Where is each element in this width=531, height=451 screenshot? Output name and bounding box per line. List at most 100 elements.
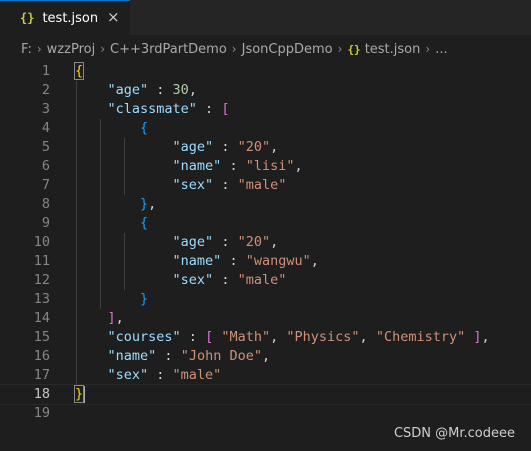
breadcrumb-item-more[interactable]: ... xyxy=(435,42,447,57)
code-token: , xyxy=(261,348,271,364)
code-line[interactable]: 4 { xyxy=(0,119,531,138)
line-number: 17 xyxy=(33,367,50,383)
code-token: "Physics" xyxy=(286,329,360,345)
code-line[interactable]: 7 "sex" : "male" xyxy=(0,176,531,195)
code-token: "wangwu" xyxy=(245,253,311,269)
line-code: }, xyxy=(75,195,156,214)
line-code: "name" : "lisi", xyxy=(75,157,303,176)
code-line[interactable]: 10 "age" : "20", xyxy=(0,233,531,252)
line-number: 13 xyxy=(33,291,50,307)
tab-bar: {} test.json × xyxy=(0,0,531,35)
line-number: 9 xyxy=(41,215,50,231)
code-token: : xyxy=(180,329,206,345)
code-token: , xyxy=(115,310,124,326)
breadcrumb-item-file[interactable]: test.json xyxy=(365,42,421,57)
line-number: 1 xyxy=(41,63,50,79)
code-token: [ xyxy=(205,329,214,345)
line-code: "sex" : "male" xyxy=(75,176,287,195)
code-line[interactable]: 1{ xyxy=(0,62,531,81)
chevron-right-icon: › xyxy=(36,42,42,56)
line-number: 16 xyxy=(33,348,50,364)
code-token: { xyxy=(73,62,85,80)
code-token: : xyxy=(196,101,222,117)
breadcrumb-item-drive[interactable]: F: xyxy=(21,42,32,57)
code-token: { xyxy=(140,215,149,231)
code-token: : xyxy=(221,253,246,269)
code-token: , xyxy=(270,329,287,345)
code-token: "Chemistry" xyxy=(375,329,466,345)
line-number: 3 xyxy=(41,101,50,117)
line-number: 6 xyxy=(41,158,50,174)
code-token: : xyxy=(213,234,238,250)
code-token: : xyxy=(148,82,173,98)
line-number: 4 xyxy=(41,120,50,136)
line-code: "courses" : [ "Math", "Physics", "Chemis… xyxy=(75,328,490,347)
line-code: } xyxy=(73,385,86,404)
code-token: , xyxy=(310,253,319,269)
code-token: [ xyxy=(221,101,230,117)
code-token: "John Doe" xyxy=(180,348,262,364)
code-line[interactable]: 11 "name" : "wangwu", xyxy=(0,252,531,271)
code-token: "courses" xyxy=(107,329,181,345)
code-line[interactable]: 12 "sex" : "male" xyxy=(0,271,531,290)
text-cursor xyxy=(83,385,86,403)
code-line[interactable]: 6 "name" : "lisi", xyxy=(0,157,531,176)
close-icon[interactable]: × xyxy=(107,9,120,25)
line-code: "age" : "20", xyxy=(75,233,279,252)
code-line[interactable]: 3 "classmate" : [ xyxy=(0,100,531,119)
code-token: "classmate" xyxy=(107,101,197,117)
code-editor[interactable]: 1{2 "age" : 30, 3 "classmate" : [4 {5 "ag… xyxy=(0,62,531,451)
line-code: { xyxy=(75,119,148,138)
code-token: "name" xyxy=(172,253,222,269)
breadcrumb-item-jsoncppdemo[interactable]: JsonCppDemo xyxy=(242,42,333,57)
code-line[interactable]: 17 "sex" : "male" xyxy=(0,366,531,385)
breadcrumb-item-wzzproj[interactable]: wzzProj xyxy=(47,42,96,57)
code-token: ] xyxy=(473,329,482,345)
line-number: 10 xyxy=(33,234,50,250)
line-number: 14 xyxy=(33,310,50,326)
line-number: 5 xyxy=(41,139,50,155)
code-line[interactable]: 18} xyxy=(0,384,531,405)
code-token: { xyxy=(140,120,149,136)
line-code: } xyxy=(75,290,148,309)
code-token: } xyxy=(140,196,149,212)
code-line[interactable]: 16 "name" : "John Doe", xyxy=(0,347,531,366)
code-line[interactable]: 14 ], xyxy=(0,309,531,328)
code-token: "age" xyxy=(107,82,149,98)
code-token: "20" xyxy=(237,139,271,155)
line-code: { xyxy=(73,62,85,81)
line-code: "sex" : "male" xyxy=(75,271,287,290)
code-token: "sex" xyxy=(172,272,214,288)
code-line[interactable]: 8 }, xyxy=(0,195,531,214)
code-token: ] xyxy=(107,310,116,326)
code-token: , xyxy=(294,158,303,174)
code-token: : xyxy=(148,367,173,383)
code-token: "age" xyxy=(172,234,214,250)
chevron-right-icon: › xyxy=(100,42,105,56)
line-code: "name" : "wangwu", xyxy=(75,252,319,271)
code-line[interactable]: 9 { xyxy=(0,214,531,233)
code-line[interactable]: 5 "age" : "20", xyxy=(0,138,531,157)
code-line[interactable]: 15 "courses" : [ "Math", "Physics", "Che… xyxy=(0,328,531,347)
line-code: { xyxy=(75,214,148,233)
code-token: , xyxy=(270,234,279,250)
code-line[interactable]: 2 "age" : 30, xyxy=(0,81,531,100)
breadcrumb-item-cpp3rdpartydemo[interactable]: C++3rdPartDemo xyxy=(110,42,227,57)
code-token: "name" xyxy=(172,158,222,174)
code-token: , xyxy=(481,329,490,345)
code-line[interactable]: 13 } xyxy=(0,290,531,309)
line-number: 12 xyxy=(33,272,50,288)
code-token: } xyxy=(73,385,85,403)
line-number: 11 xyxy=(33,253,50,269)
tab-test-json[interactable]: {} test.json × xyxy=(0,0,130,35)
code-line[interactable]: 19 xyxy=(0,404,531,423)
